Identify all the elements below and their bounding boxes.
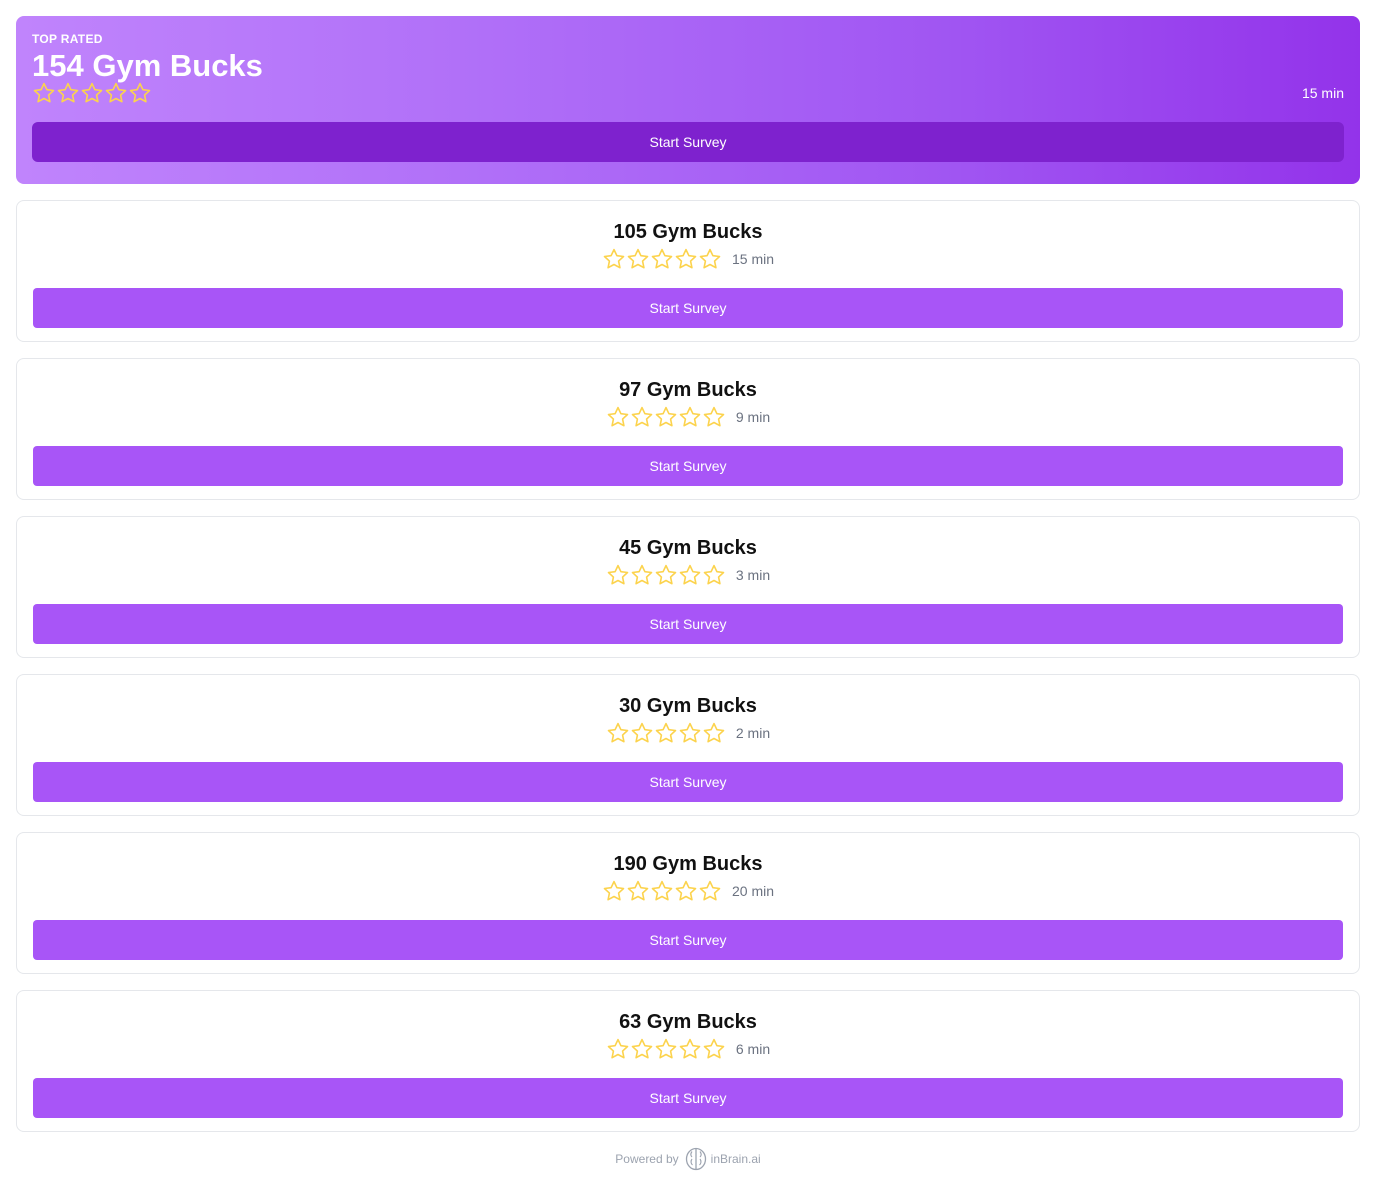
star-outline-icon <box>674 247 698 271</box>
star-rating <box>32 81 152 105</box>
star-outline-icon <box>698 247 722 271</box>
footer: Powered by inBrain.ai <box>16 1147 1360 1171</box>
star-outline-icon <box>602 879 626 903</box>
survey-meta: 9 min <box>33 404 1343 430</box>
survey-duration: 20 min <box>731 883 775 899</box>
star-outline-icon <box>650 879 674 903</box>
brand-name[interactable]: inBrain.ai <box>711 1152 761 1166</box>
star-outline-icon <box>56 81 80 105</box>
start-survey-button[interactable]: Start Survey <box>33 604 1343 644</box>
star-outline-icon <box>674 879 698 903</box>
star-rating <box>606 721 726 745</box>
survey-card-4: 30 Gym Bucks 2 min Start Survey <box>16 674 1360 816</box>
survey-title: 190 Gym Bucks <box>613 853 763 875</box>
top-rated-start-survey-button[interactable]: Start Survey <box>32 122 1344 162</box>
survey-card-3: 45 Gym Bucks 3 min Start Survey <box>16 516 1360 658</box>
survey-title: 63 Gym Bucks <box>619 1011 757 1033</box>
survey-meta: 2 min <box>33 720 1343 746</box>
top-rated-meta: 15 min <box>32 81 1344 105</box>
star-outline-icon <box>606 721 630 745</box>
survey-title: 45 Gym Bucks <box>619 537 757 559</box>
star-outline-icon <box>678 721 702 745</box>
star-outline-icon <box>606 1037 630 1061</box>
survey-duration: 6 min <box>735 1041 771 1057</box>
star-outline-icon <box>630 405 654 429</box>
star-outline-icon <box>698 879 722 903</box>
survey-card-6: 63 Gym Bucks 6 min Start Survey <box>16 990 1360 1132</box>
star-outline-icon <box>654 405 678 429</box>
survey-duration: 3 min <box>735 567 771 583</box>
star-rating <box>606 405 726 429</box>
star-outline-icon <box>650 247 674 271</box>
survey-duration: 2 min <box>735 725 771 741</box>
star-outline-icon <box>104 81 128 105</box>
survey-meta: 20 min <box>33 878 1343 904</box>
brain-icon <box>684 1147 708 1171</box>
star-outline-icon <box>702 721 726 745</box>
star-outline-icon <box>678 563 702 587</box>
star-outline-icon <box>678 405 702 429</box>
star-outline-icon <box>606 563 630 587</box>
star-rating <box>602 247 722 271</box>
star-outline-icon <box>80 81 104 105</box>
star-rating <box>602 879 722 903</box>
start-survey-button[interactable]: Start Survey <box>33 288 1343 328</box>
survey-card-1: 105 Gym Bucks 15 min Start Survey <box>16 200 1360 342</box>
top-rated-card: TOP RATED 154 Gym Bucks 15 min Start Sur… <box>16 16 1360 184</box>
start-survey-button[interactable]: Start Survey <box>33 1078 1343 1118</box>
star-outline-icon <box>602 247 626 271</box>
powered-by-label: Powered by <box>615 1152 679 1166</box>
start-survey-button[interactable]: Start Survey <box>33 920 1343 960</box>
star-rating <box>606 1037 726 1061</box>
star-outline-icon <box>702 405 726 429</box>
top-rated-duration: 15 min <box>1301 85 1344 101</box>
star-outline-icon <box>626 247 650 271</box>
start-survey-button[interactable]: Start Survey <box>33 762 1343 802</box>
star-outline-icon <box>630 563 654 587</box>
survey-meta: 15 min <box>33 246 1343 272</box>
star-outline-icon <box>630 1037 654 1061</box>
star-outline-icon <box>626 879 650 903</box>
star-outline-icon <box>702 563 726 587</box>
star-outline-icon <box>630 721 654 745</box>
survey-list: 105 Gym Bucks 15 min Start Survey 97 Gym… <box>16 200 1360 1132</box>
survey-page: TOP RATED 154 Gym Bucks 15 min Start Sur… <box>0 0 1376 1188</box>
survey-duration: 15 min <box>731 251 775 267</box>
survey-duration: 9 min <box>735 409 771 425</box>
start-survey-button[interactable]: Start Survey <box>33 446 1343 486</box>
survey-title: 97 Gym Bucks <box>619 379 757 401</box>
star-outline-icon <box>128 81 152 105</box>
survey-card-2: 97 Gym Bucks 9 min Start Survey <box>16 358 1360 500</box>
star-outline-icon <box>654 721 678 745</box>
star-rating <box>606 563 726 587</box>
top-rated-title: 154 Gym Bucks <box>32 48 263 83</box>
survey-title: 105 Gym Bucks <box>613 221 763 243</box>
star-outline-icon <box>606 405 630 429</box>
star-outline-icon <box>654 563 678 587</box>
star-outline-icon <box>678 1037 702 1061</box>
survey-meta: 3 min <box>33 562 1343 588</box>
star-outline-icon <box>702 1037 726 1061</box>
star-outline-icon <box>654 1037 678 1061</box>
top-rated-label: TOP RATED <box>32 32 103 46</box>
survey-title: 30 Gym Bucks <box>619 695 757 717</box>
survey-meta: 6 min <box>33 1036 1343 1062</box>
survey-card-5: 190 Gym Bucks 20 min Start Survey <box>16 832 1360 974</box>
star-outline-icon <box>32 81 56 105</box>
